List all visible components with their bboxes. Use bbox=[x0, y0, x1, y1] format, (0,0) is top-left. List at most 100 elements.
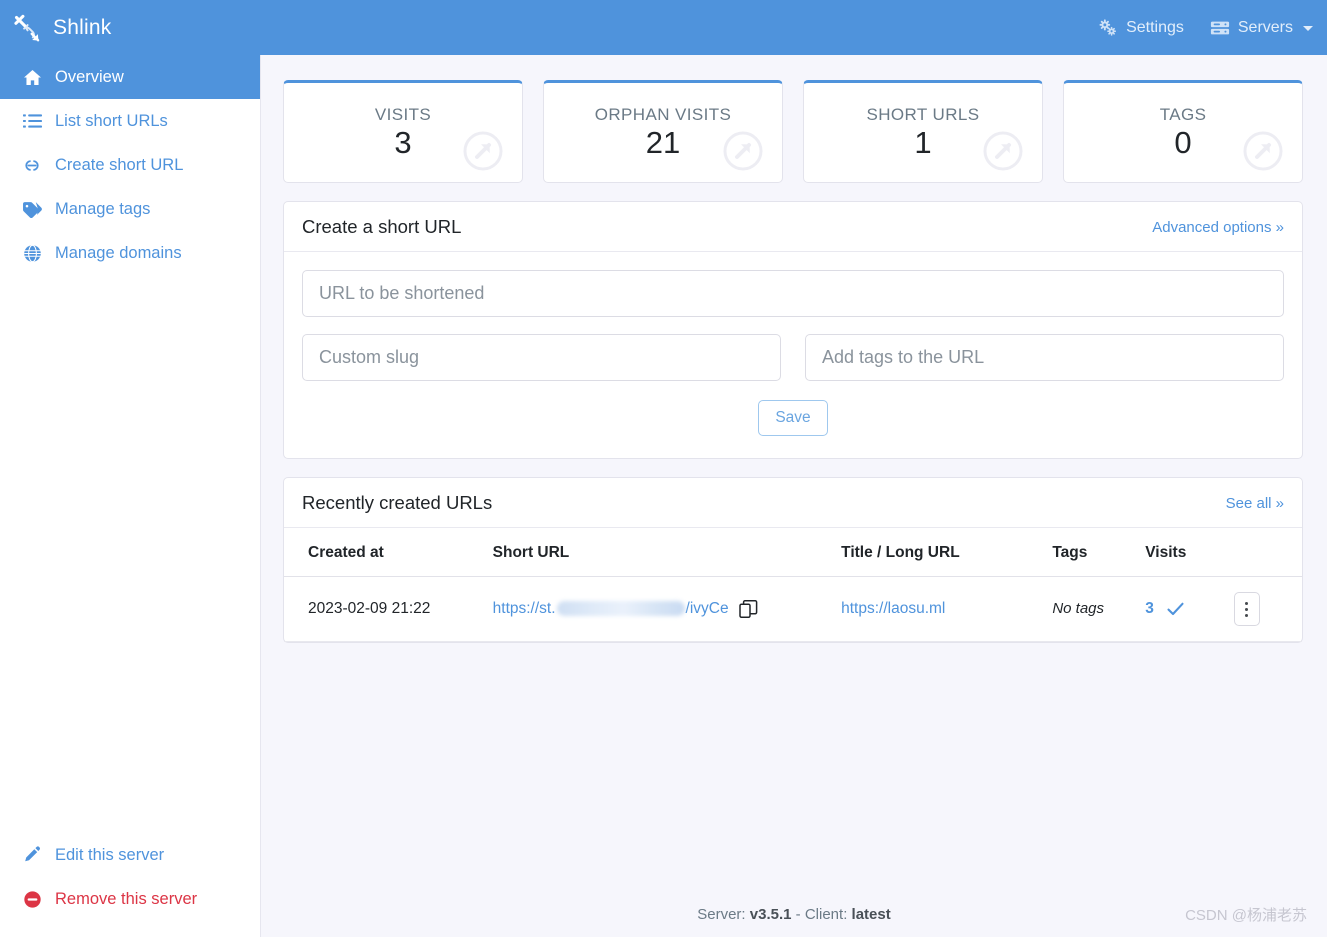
list-icon bbox=[22, 113, 42, 129]
sidebar-item-list-short-urls-label: List short URLs bbox=[55, 111, 168, 130]
cell-short-url: https://st. /ivyCe bbox=[484, 576, 834, 642]
minus-circle-icon bbox=[22, 890, 42, 909]
stat-cards-row: VISITS 3 ORPHAN VISITS 21 SHORT URLS 1 T… bbox=[261, 55, 1327, 183]
sidebar-item-create-short-url[interactable]: Create short URL bbox=[0, 143, 260, 187]
cell-visits: 3 bbox=[1137, 576, 1226, 642]
stat-card-tags[interactable]: TAGS 0 bbox=[1063, 80, 1303, 183]
short-url-suffix: /ivyCe bbox=[685, 600, 729, 617]
table-row: 2023-02-09 21:22 https://st. /ivyCe https… bbox=[284, 576, 1302, 642]
footer-server-label: Server: bbox=[697, 906, 746, 923]
sidebar-item-manage-tags[interactable]: Manage tags bbox=[0, 187, 260, 231]
link-arrow-icon bbox=[13, 14, 41, 42]
redacted-domain bbox=[556, 601, 685, 617]
sidebar-item-create-short-url-label: Create short URL bbox=[55, 155, 184, 174]
cell-created-at: 2023-02-09 21:22 bbox=[284, 576, 485, 642]
stat-card-visits-label: VISITS bbox=[374, 105, 432, 125]
sidebar-item-list-short-urls[interactable]: List short URLs bbox=[0, 99, 260, 143]
edit-this-server-label: Edit this server bbox=[55, 845, 165, 864]
create-short-url-title: Create a short URL bbox=[302, 216, 462, 237]
footer: Server: v3.5.1 - Client: latest bbox=[261, 906, 1327, 923]
home-icon bbox=[22, 69, 42, 86]
see-all-link[interactable]: See all » bbox=[1226, 495, 1284, 512]
stat-card-orphan-visits[interactable]: ORPHAN VISITS 21 bbox=[543, 80, 783, 183]
cell-long-url: https://laosu.ml bbox=[833, 576, 1045, 642]
column-title-long-url: Title / Long URL bbox=[833, 528, 1045, 577]
advanced-options-link[interactable]: Advanced options » bbox=[1152, 219, 1284, 236]
save-button[interactable]: Save bbox=[758, 400, 828, 436]
ellipsis-vertical-icon[interactable] bbox=[1233, 592, 1260, 626]
stat-card-short-urls-label: SHORT URLS bbox=[866, 105, 980, 125]
stat-card-orphan-visits-label: ORPHAN VISITS bbox=[594, 105, 732, 125]
stat-card-orphan-visits-value: 21 bbox=[645, 125, 681, 161]
custom-slug-input[interactable] bbox=[302, 334, 781, 381]
brand-logo[interactable]: Shlink bbox=[13, 14, 111, 42]
nav-settings[interactable]: Settings bbox=[1098, 19, 1184, 37]
globe-icon bbox=[22, 244, 42, 263]
watermark: CSDN @杨浦老苏 bbox=[1185, 907, 1307, 924]
footer-client-version: latest bbox=[851, 906, 891, 923]
server-rack-icon bbox=[1210, 19, 1230, 37]
create-short-url-panel: Create a short URL Advanced options » Sa… bbox=[283, 201, 1303, 459]
pencil-icon bbox=[22, 846, 42, 864]
chevron-down-icon bbox=[1303, 26, 1313, 31]
sidebar-item-overview[interactable]: Overview bbox=[0, 55, 260, 99]
column-visits: Visits bbox=[1137, 528, 1226, 577]
long-url-link[interactable]: https://laosu.ml bbox=[841, 600, 945, 617]
tag-icon bbox=[22, 201, 42, 218]
create-short-url-form: Save bbox=[284, 252, 1302, 458]
app-header: Shlink Settings Servers bbox=[0, 0, 1327, 55]
recently-created-urls-panel: Recently created URLs See all » Created … bbox=[283, 477, 1303, 643]
edit-this-server-button[interactable]: Edit this server bbox=[0, 833, 260, 877]
sidebar-item-manage-tags-label: Manage tags bbox=[55, 199, 151, 218]
table-body: 2023-02-09 21:22 https://st. /ivyCe https… bbox=[284, 576, 1302, 642]
short-url-prefix: https://st. bbox=[492, 600, 556, 617]
cell-actions bbox=[1225, 576, 1302, 642]
arrow-up-right-circle-icon bbox=[1242, 130, 1284, 172]
create-short-url-header: Create a short URL Advanced options » bbox=[284, 202, 1302, 252]
save-row: Save bbox=[302, 400, 1284, 436]
stat-card-visits-value: 3 bbox=[394, 125, 412, 161]
long-url-input[interactable] bbox=[302, 270, 1284, 317]
copy-icon[interactable] bbox=[738, 599, 758, 619]
short-url-link[interactable]: https://st. /ivyCe bbox=[493, 600, 729, 618]
header-nav: Settings Servers bbox=[1098, 19, 1313, 37]
sidebar-item-overview-label: Overview bbox=[55, 67, 124, 86]
arrow-up-right-circle-icon bbox=[982, 130, 1024, 172]
visits-count[interactable]: 3 bbox=[1145, 600, 1154, 618]
link-icon bbox=[22, 157, 42, 174]
stat-card-tags-label: TAGS bbox=[1159, 105, 1207, 125]
remove-this-server-button[interactable]: Remove this server bbox=[0, 877, 260, 921]
tags-input[interactable] bbox=[805, 334, 1284, 381]
stat-card-visits[interactable]: VISITS 3 bbox=[283, 80, 523, 183]
stat-card-short-urls-value: 1 bbox=[914, 125, 932, 161]
stat-card-tags-value: 0 bbox=[1174, 125, 1192, 161]
footer-client-label: Client: bbox=[804, 906, 848, 923]
table-header-row: Created at Short URL Title / Long URL Ta… bbox=[284, 528, 1302, 577]
arrow-up-right-circle-icon bbox=[462, 130, 504, 172]
recently-created-urls-header: Recently created URLs See all » bbox=[284, 478, 1302, 528]
cell-tags: No tags bbox=[1044, 576, 1138, 642]
stat-card-short-urls[interactable]: SHORT URLS 1 bbox=[803, 80, 1043, 183]
main-content: VISITS 3 ORPHAN VISITS 21 SHORT URLS 1 T… bbox=[261, 55, 1327, 937]
gears-icon bbox=[1098, 18, 1118, 37]
table-header: Created at Short URL Title / Long URL Ta… bbox=[284, 528, 1302, 577]
no-tags-label: No tags bbox=[1052, 600, 1105, 617]
recently-created-urls-table: Created at Short URL Title / Long URL Ta… bbox=[284, 528, 1302, 642]
column-created-at: Created at bbox=[284, 528, 485, 577]
nav-servers[interactable]: Servers bbox=[1210, 19, 1313, 37]
check-icon bbox=[1167, 602, 1184, 616]
footer-server-version: v3.5.1 bbox=[749, 906, 792, 923]
brand-title: Shlink bbox=[53, 15, 112, 39]
column-short-url: Short URL bbox=[484, 528, 834, 577]
sidebar-bottom-actions: Edit this server Remove this server bbox=[0, 833, 260, 921]
footer-separator: - bbox=[795, 906, 801, 923]
column-tags: Tags bbox=[1044, 528, 1138, 577]
slug-tags-row bbox=[302, 334, 1284, 381]
sidebar: Overview List short URLs Create short UR… bbox=[0, 55, 261, 937]
recently-created-urls-title: Recently created URLs bbox=[302, 492, 493, 513]
column-actions bbox=[1225, 528, 1302, 577]
sidebar-nav: Overview List short URLs Create short UR… bbox=[0, 55, 260, 275]
sidebar-item-manage-domains-label: Manage domains bbox=[55, 243, 182, 262]
remove-this-server-label: Remove this server bbox=[55, 889, 198, 908]
sidebar-item-manage-domains[interactable]: Manage domains bbox=[0, 231, 260, 275]
